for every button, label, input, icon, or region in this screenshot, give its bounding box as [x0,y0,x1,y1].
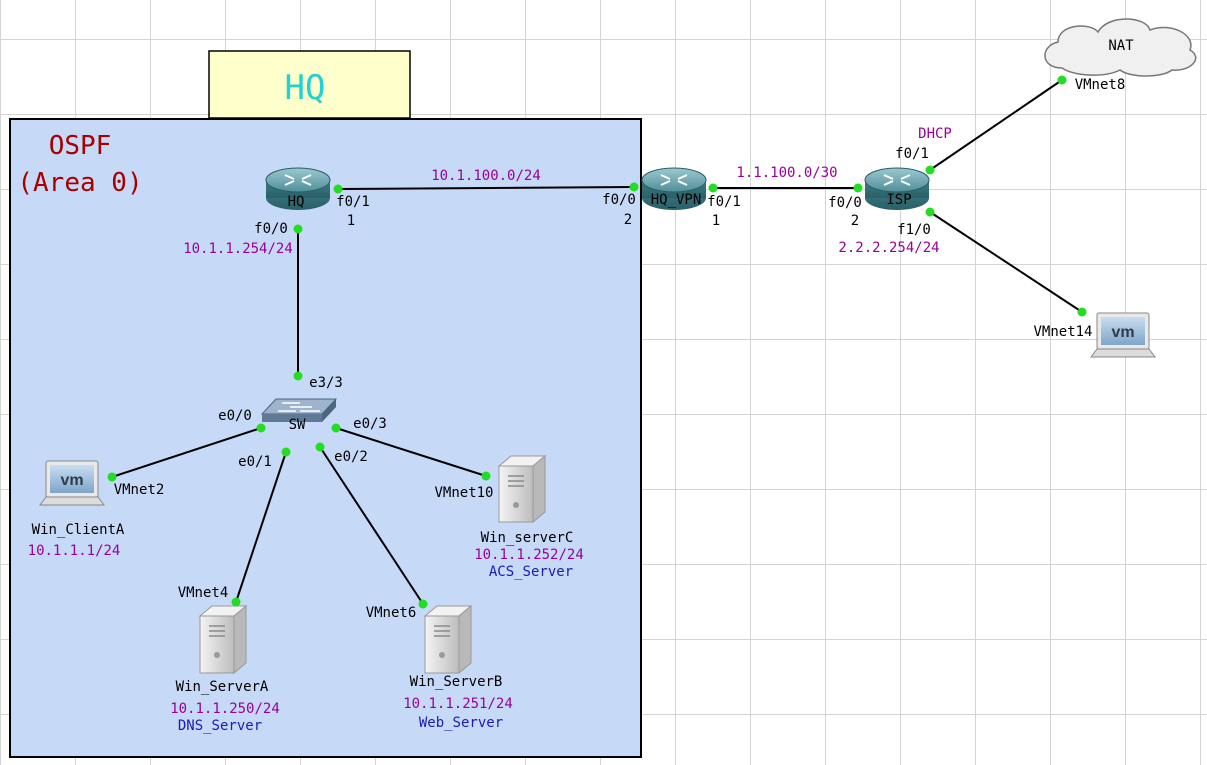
workstation-win-clinetb[interactable]: vm [1090,312,1156,358]
sw-e02-label: e0/2 [334,449,368,465]
isp-f00-host: 2 [851,213,859,229]
link-isp-nat [929,79,1063,171]
isp-f00-label: f0/0 [828,195,862,211]
network-topology-diagram: HQ OSPF (Area 0) HQ HQ_VPN ISP SW NAT vm… [9,18,1197,758]
hqvpn-f00-host: 2 [624,212,632,228]
serverb-vmnet6-label: VMnet6 [366,605,417,621]
port-dot [925,165,935,175]
link-isp-clinetb [929,211,1083,313]
port-dot [293,371,303,381]
sw-e01-label: e0/1 [238,454,272,470]
sw-e33-label: e3/3 [309,375,343,391]
vm-logo-clienta: vm [60,472,83,489]
serverb-ip: 10.1.1.251/24 [403,696,513,712]
servera-vmnet4-label: VMnet4 [178,585,229,601]
isp-dhcp-label: DHCP [918,126,952,142]
hq-f00-ip: 10.1.1.254/24 [183,241,293,257]
port-dot [315,442,325,452]
servera-name: Win_ServerA [176,679,269,695]
server-win-serverb[interactable] [423,604,473,675]
network-hqvpn-isp: 1.1.100.0/30 [736,165,837,181]
router-hq-label: HQ [288,194,305,210]
port-dot [333,184,343,194]
servera-ip: 10.1.1.250/24 [170,701,280,717]
router-hq[interactable]: HQ [265,167,331,210]
hq-f01-label: f0/1 [336,194,370,210]
port-dot [231,597,241,607]
port-dot [331,423,341,433]
serverc-name: Win_serverC [481,530,574,546]
port-dot [629,182,639,192]
serverb-role: Web_Server [419,715,503,731]
hq-f00-label: f0/0 [254,221,288,237]
servera-role: DNS_Server [178,718,262,734]
serverc-role: ACS_Server [489,564,573,580]
isp-f10-ip: 2.2.2.254/24 [838,240,939,256]
port-dot [107,472,117,482]
port-dot [293,224,303,234]
hq-title: HQ [285,68,326,108]
isp-f01-label: f0/1 [895,146,929,162]
router-isp[interactable]: ISP [864,167,930,210]
nat-cloud-label: NAT [1108,38,1134,54]
switch-sw-label: SW [289,417,306,433]
serverc-ip: 10.1.1.252/24 [474,547,584,563]
clienta-ip: 10.1.1.1/24 [28,543,121,559]
hqvpn-f01-label: f0/1 [707,194,741,210]
server-win-servera[interactable] [198,604,248,675]
hqvpn-f01-host: 1 [712,213,720,229]
server-win-serverc[interactable] [497,454,547,524]
vm-logo-clinetb: vm [1111,324,1134,341]
serverc-vmnet10-label: VMnet10 [434,485,493,501]
clienta-vmnet2-label: VMnet2 [114,482,165,498]
area-label-ospf: OSPF [49,131,112,161]
port-dot [708,183,718,193]
serverb-name: Win_ServerB [410,674,503,690]
port-dot [481,471,491,481]
nat-vmnet8-label: VMnet8 [1075,77,1126,93]
clinetb-vmnet14-label: VMnet14 [1033,324,1092,340]
router-hq-vpn[interactable]: HQ_VPN [641,167,707,210]
ospf-area-box [9,118,642,758]
sw-e03-label: e0/3 [353,416,387,432]
port-dot [281,447,291,457]
isp-f10-label: f1/0 [897,222,931,238]
workstation-win-clienta[interactable]: vm [39,460,105,506]
router-isp-label: ISP [886,192,911,208]
nat-cloud[interactable]: NAT [1044,18,1197,77]
port-dot [418,599,428,609]
port-dot [256,423,266,433]
port-dot [925,207,935,217]
port-dot [1077,307,1087,317]
router-hq-vpn-label: HQ_VPN [651,192,702,208]
port-dot [1057,75,1067,85]
clienta-name: Win_ClientA [32,522,125,538]
hqvpn-f00-label: f0/0 [602,192,636,208]
network-hq-hqvpn: 10.1.100.0/24 [431,168,541,184]
area-label-area0: (Area 0) [17,168,142,198]
hq-f01-host: 1 [347,213,355,229]
port-dot [853,183,863,193]
sw-e00-label: e0/0 [218,408,252,424]
